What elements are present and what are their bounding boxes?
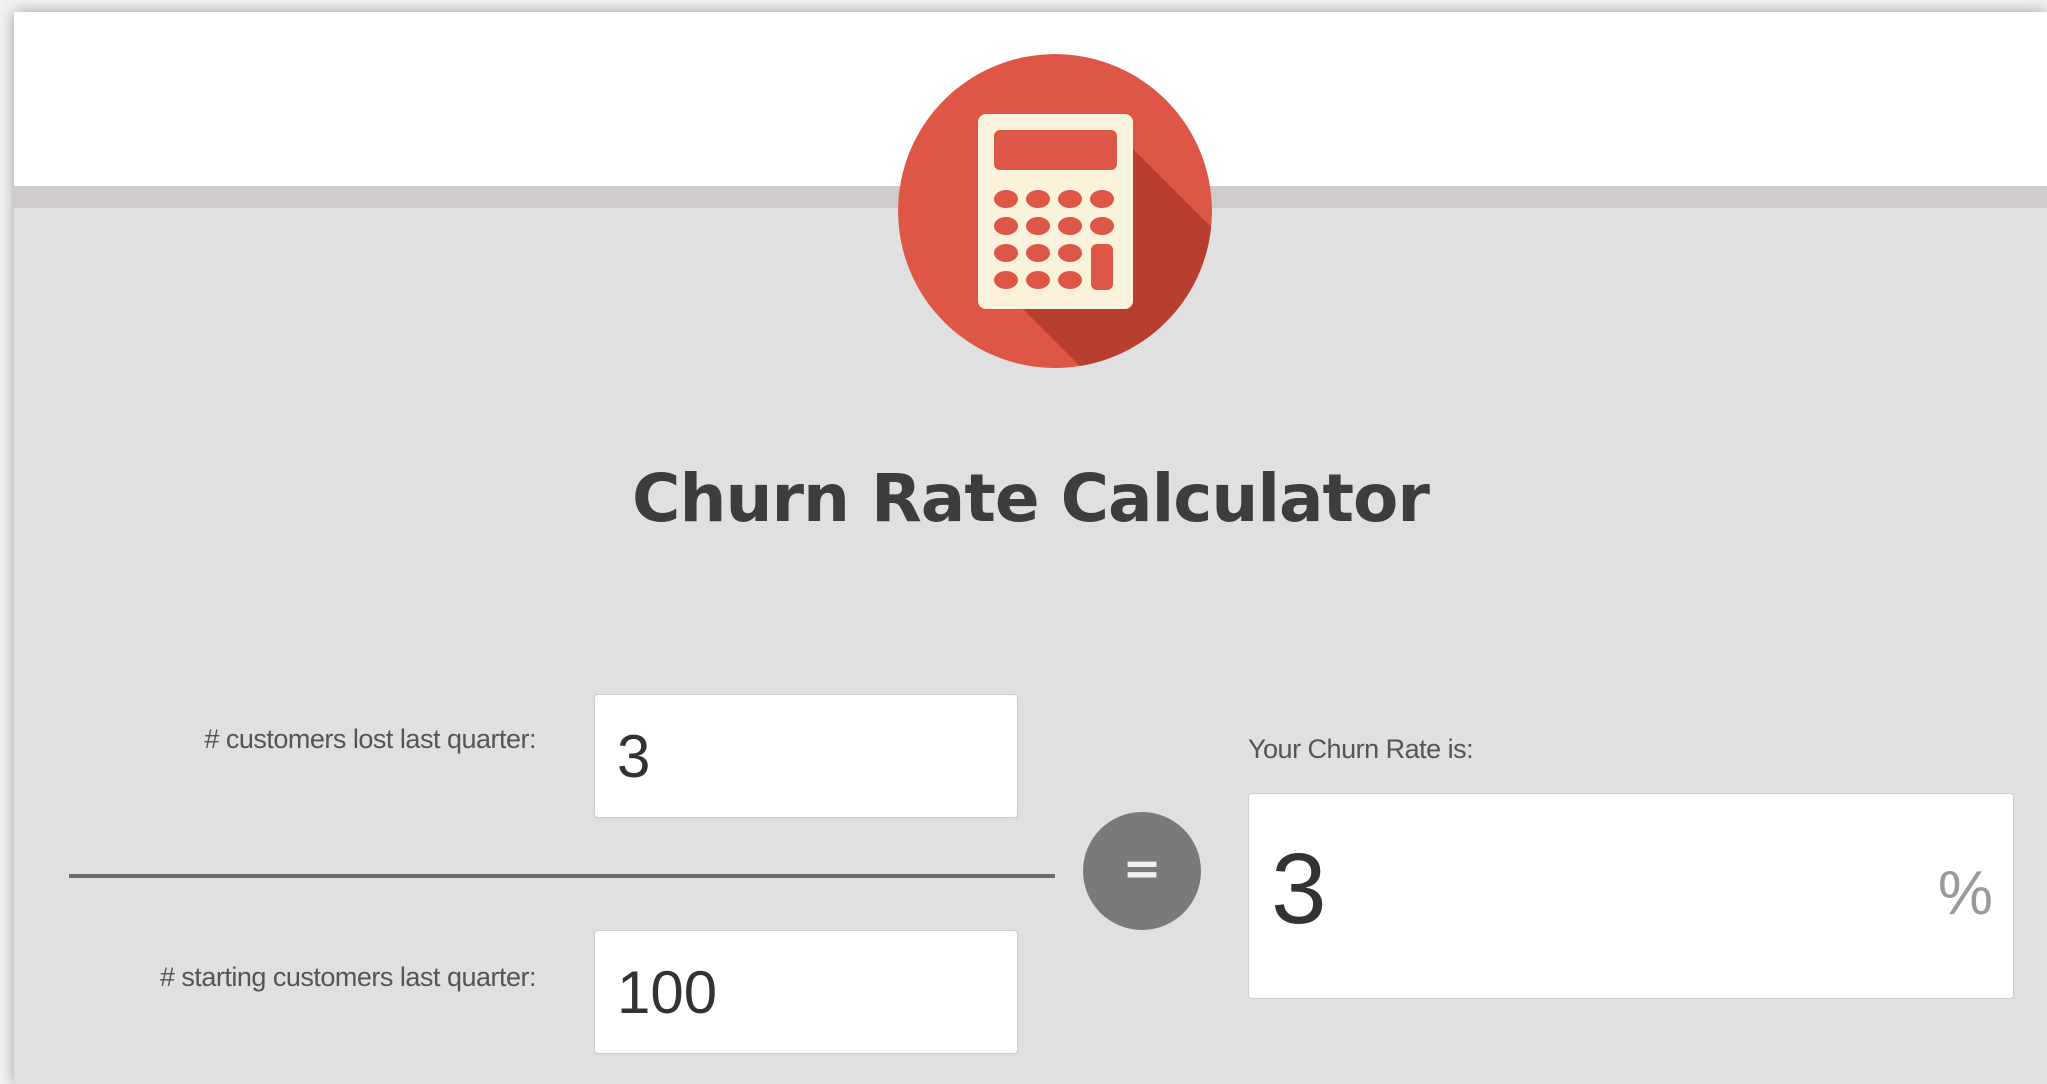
equals-button[interactable]: =: [1083, 812, 1201, 930]
starting-customers-input[interactable]: [594, 930, 1018, 1054]
page-title: Churn Rate Calculator: [632, 460, 1430, 537]
churn-rate-value: 3: [1271, 833, 1327, 945]
churn-rate-label: Your Churn Rate is:: [1248, 734, 1474, 764]
churn-rate-result: 3 %: [1248, 793, 2014, 999]
calculator-widget: Churn Rate Calculator # customers lost l…: [14, 12, 2047, 1084]
customers-lost-label: # customers lost last quarter:: [204, 724, 536, 754]
percent-unit: %: [1937, 859, 1993, 928]
calculator-icon: [898, 54, 1212, 368]
customers-lost-input[interactable]: [594, 694, 1018, 818]
starting-customers-label: # starting customers last quarter:: [159, 962, 537, 992]
fraction-divider: [69, 874, 1055, 878]
